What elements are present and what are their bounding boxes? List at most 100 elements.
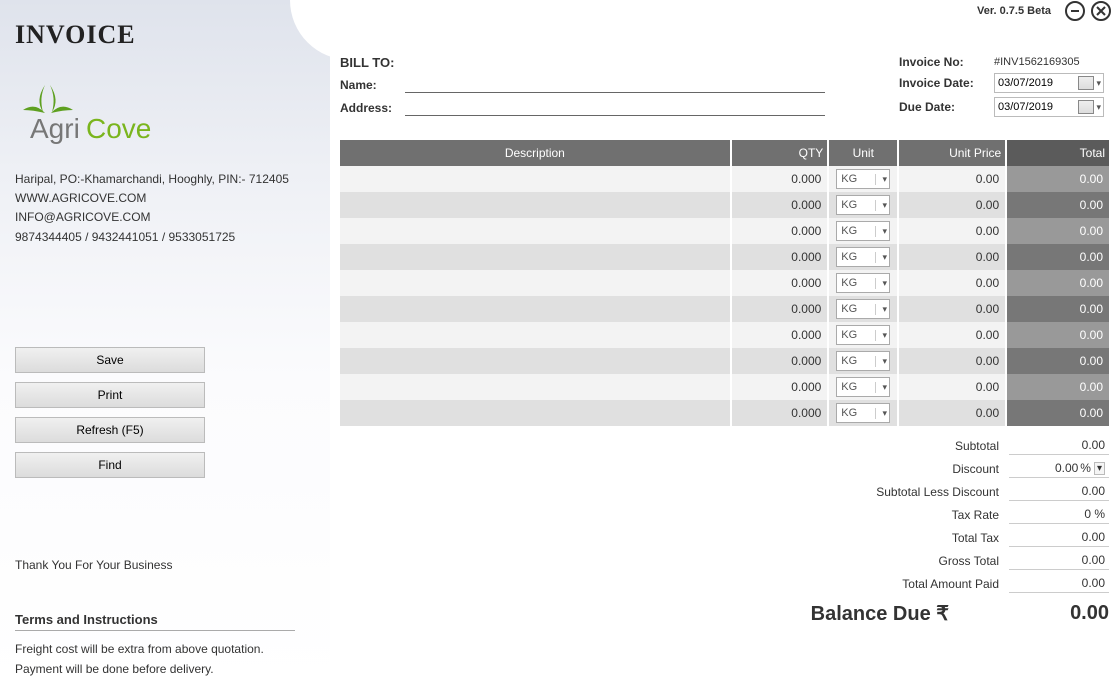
total-cell: 0.00 xyxy=(1006,270,1109,296)
qty-cell[interactable]: 0.000 xyxy=(731,218,829,244)
unit-select[interactable]: KG▾ xyxy=(836,195,890,215)
total-cell: 0.00 xyxy=(1006,400,1109,426)
print-button[interactable]: Print xyxy=(15,382,205,408)
description-input[interactable] xyxy=(346,250,724,264)
price-cell[interactable]: 0.00 xyxy=(898,348,1006,374)
totaltax-label: Total Tax xyxy=(952,531,1009,545)
qty-cell[interactable]: 0.000 xyxy=(731,192,829,218)
due-date-input[interactable] xyxy=(995,101,1073,113)
chevron-down-icon[interactable]: ▾ xyxy=(875,356,889,367)
unit-select[interactable]: KG▾ xyxy=(836,351,890,371)
chevron-down-icon[interactable]: ▾ xyxy=(875,174,889,185)
taxrate-value[interactable]: 0 % xyxy=(1009,505,1109,524)
price-cell[interactable]: 0.00 xyxy=(898,244,1006,270)
find-button[interactable]: Find xyxy=(15,452,205,478)
description-input[interactable] xyxy=(346,224,724,238)
chevron-down-icon[interactable]: ▾ xyxy=(875,226,889,237)
table-row: 0.000KG▾0.000.00 xyxy=(340,166,1109,192)
invoice-date-input[interactable] xyxy=(995,77,1073,89)
qty-cell[interactable]: 0.000 xyxy=(731,166,829,192)
unit-select[interactable]: KG▾ xyxy=(836,169,890,189)
terms-line: Freight cost will be extra from above qu… xyxy=(15,639,315,659)
table-row: 0.000 KG▾ 0.000.00 xyxy=(340,270,1109,296)
description-input[interactable] xyxy=(346,276,724,290)
description-input[interactable] xyxy=(346,302,724,316)
subtotal-label: Subtotal xyxy=(955,439,1009,453)
chevron-down-icon[interactable]: ▾ xyxy=(875,408,889,419)
description-input[interactable] xyxy=(346,172,724,186)
unit-select[interactable]: KG▾ xyxy=(836,403,890,423)
description-input[interactable] xyxy=(346,380,724,394)
price-cell[interactable]: 0.00 xyxy=(898,270,1006,296)
taxrate-label: Tax Rate xyxy=(952,508,1009,522)
minimize-icon[interactable] xyxy=(1065,1,1085,21)
balance-due-label: Balance Due ₹ xyxy=(811,601,949,626)
save-button[interactable]: Save xyxy=(15,347,205,373)
address-label: Address: xyxy=(340,101,405,115)
description-input[interactable] xyxy=(346,406,724,420)
chevron-down-icon[interactable]: ▾ xyxy=(1094,102,1103,113)
discount-unit: % xyxy=(1080,461,1091,475)
description-input[interactable] xyxy=(346,198,724,212)
chevron-down-icon[interactable]: ▾ xyxy=(875,304,889,315)
description-input[interactable] xyxy=(346,354,724,368)
terms-line: Payment will be done before delivery. xyxy=(15,659,315,679)
chevron-down-icon[interactable]: ▾ xyxy=(875,382,889,393)
qty-cell[interactable]: 0.000 xyxy=(731,244,829,270)
qty-cell[interactable]: 0.000 xyxy=(731,400,829,426)
invoice-date-picker[interactable]: ▾ xyxy=(994,73,1104,93)
chevron-down-icon[interactable]: ▾ xyxy=(875,252,889,263)
price-cell[interactable]: 0.00 xyxy=(898,166,1006,192)
price-cell[interactable]: 0.00 xyxy=(898,374,1006,400)
unit-select[interactable]: KG▾ xyxy=(836,325,890,345)
due-date-picker[interactable]: ▾ xyxy=(994,97,1104,117)
company-logo: Agri Cove xyxy=(15,80,315,150)
unit-select[interactable]: KG▾ xyxy=(836,221,890,241)
qty-cell[interactable]: 0.000 xyxy=(731,348,829,374)
chevron-down-icon[interactable]: ▾ xyxy=(875,200,889,211)
page-title: INVOICE xyxy=(15,20,315,50)
refresh-button[interactable]: Refresh (F5) xyxy=(15,417,205,443)
svg-text:Agri: Agri xyxy=(30,113,80,144)
qty-cell[interactable]: 0.000 xyxy=(731,296,829,322)
line-items-table: Description QTY Unit Unit Price Total 0.… xyxy=(340,140,1109,426)
description-input[interactable] xyxy=(346,328,724,342)
calendar-icon[interactable] xyxy=(1078,100,1094,114)
close-icon[interactable] xyxy=(1091,1,1111,21)
company-phones: 9874344405 / 9432441051 / 9533051725 xyxy=(15,228,315,247)
price-cell[interactable]: 0.00 xyxy=(898,400,1006,426)
chevron-down-icon[interactable]: ▾ xyxy=(1094,78,1103,89)
total-cell: 0.00 xyxy=(1006,244,1109,270)
discount-unit-select[interactable]: ▾ xyxy=(1094,462,1105,475)
company-email: INFO@AGRICOVE.COM xyxy=(15,208,315,227)
price-cell[interactable]: 0.00 xyxy=(898,192,1006,218)
table-row: 0.000 KG▾ 0.000.00 xyxy=(340,244,1109,270)
qty-cell[interactable]: 0.000 xyxy=(731,270,829,296)
discount-value[interactable]: 0.00 xyxy=(1055,461,1078,475)
unit-select[interactable]: KG▾ xyxy=(836,299,890,319)
qty-cell[interactable]: 0.000 xyxy=(731,374,829,400)
price-cell[interactable]: 0.00 xyxy=(898,322,1006,348)
unit-select[interactable]: KG▾ xyxy=(836,377,890,397)
price-cell[interactable]: 0.00 xyxy=(898,296,1006,322)
table-row: 0.000KG▾0.000.00 xyxy=(340,322,1109,348)
table-row: 0.000 KG▾ 0.000.00 xyxy=(340,400,1109,426)
chevron-down-icon[interactable]: ▾ xyxy=(875,330,889,341)
col-description: Description xyxy=(340,140,731,166)
unit-select[interactable]: KG▾ xyxy=(836,273,890,293)
company-web: WWW.AGRICOVE.COM xyxy=(15,189,315,208)
name-input[interactable] xyxy=(405,76,825,93)
subtotal-less-value: 0.00 xyxy=(1009,482,1109,501)
calendar-icon[interactable] xyxy=(1078,76,1094,90)
paid-value[interactable]: 0.00 xyxy=(1009,574,1109,593)
qty-cell[interactable]: 0.000 xyxy=(731,322,829,348)
subtotal-less-label: Subtotal Less Discount xyxy=(876,485,1009,499)
balance-due-value: 0.00 xyxy=(1009,602,1109,625)
name-label: Name: xyxy=(340,78,405,92)
unit-select[interactable]: KG▾ xyxy=(836,247,890,267)
gross-value: 0.00 xyxy=(1009,551,1109,570)
price-cell[interactable]: 0.00 xyxy=(898,218,1006,244)
chevron-down-icon[interactable]: ▾ xyxy=(875,278,889,289)
totaltax-value: 0.00 xyxy=(1009,528,1109,547)
address-input[interactable] xyxy=(405,99,825,116)
